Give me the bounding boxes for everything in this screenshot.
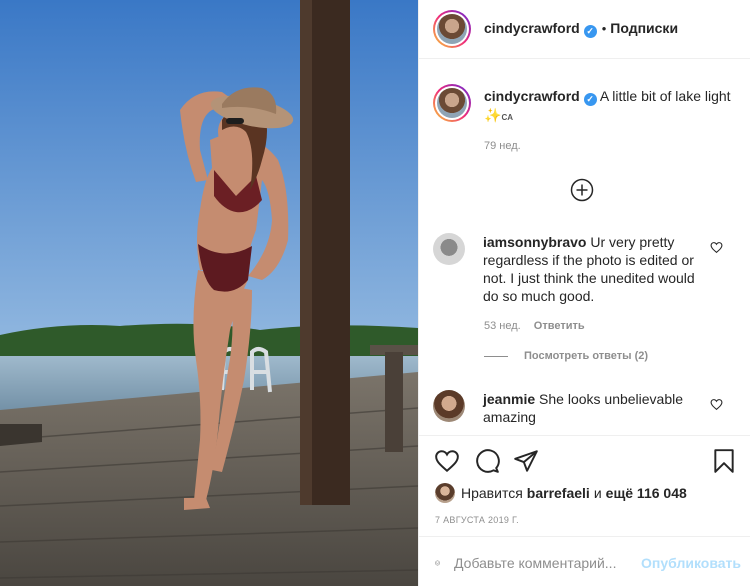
comment-box-divider — [419, 536, 750, 537]
sparkle-emoji: ✨ — [484, 107, 502, 123]
separator-dot: • — [601, 21, 607, 36]
verified-badge-icon: ✓ — [583, 25, 597, 38]
liker-avatar[interactable] — [435, 483, 455, 503]
add-comment-input[interactable] — [454, 555, 636, 571]
likes-count-button[interactable]: ещё 116 048 — [606, 485, 687, 501]
post-sidebar: cindycrawford ✓ • Подписки cindycrawford ✓ A… — [418, 0, 750, 586]
comment-item: jeanmie She looks unbelievable amazing — [433, 390, 738, 426]
caption-author-avatar[interactable] — [433, 84, 471, 122]
header-text: cindycrawford ✓ • Подписки — [484, 20, 678, 38]
likes-prefix: Нравится — [461, 485, 523, 501]
plus-circle-icon — [570, 178, 594, 202]
comment-item: iamsonnybravo Ur very pretty regardless … — [433, 233, 738, 305]
view-replies-label: Посмотреть ответы (2) — [524, 350, 649, 362]
likes-connector: и — [593, 485, 602, 501]
caption-text: A little bit of lake light — [599, 88, 731, 104]
load-more-comments-button[interactable] — [570, 178, 594, 202]
comment-like-heart-icon[interactable] — [710, 398, 723, 411]
post-photo-image — [0, 0, 418, 586]
author-avatar[interactable] — [433, 10, 471, 48]
liker-username[interactable]: barrefaeli — [527, 485, 590, 501]
caption-time: 79 нед. — [484, 140, 521, 152]
post-photo[interactable] — [0, 0, 418, 586]
post-header: cindycrawford ✓ • Подписки — [419, 0, 750, 59]
follow-status-button[interactable]: Подписки — [610, 20, 678, 36]
instagram-post: cindycrawford ✓ • Подписки cindycrawford ✓ A… — [0, 0, 750, 586]
reply-button[interactable]: Ответить — [534, 320, 585, 332]
share-icon[interactable] — [513, 448, 539, 474]
replies-divider — [484, 355, 508, 357]
add-comment-row: Опубликовать — [435, 550, 741, 576]
commenter-avatar[interactable] — [433, 390, 465, 422]
commenter-avatar[interactable] — [433, 233, 465, 265]
author-username[interactable]: cindycrawford — [484, 20, 580, 36]
comment-time: 53 нед. — [484, 320, 521, 332]
actions-divider — [419, 435, 750, 436]
comment-meta: 53 нед. Ответить — [484, 320, 585, 332]
comment-icon[interactable] — [474, 448, 500, 474]
heart-icon[interactable] — [434, 448, 460, 474]
likes-summary: Нравится barrefaeli и ещё 116 048 — [435, 483, 687, 503]
comment-like-heart-icon[interactable] — [710, 241, 723, 254]
post-date: 7 АВГУСТА 2019 Г. — [435, 515, 519, 525]
smiley-icon[interactable] — [435, 550, 440, 576]
bookmark-icon[interactable] — [711, 448, 737, 474]
commenter-username[interactable]: iamsonnybravo — [483, 234, 586, 250]
caption-author-username[interactable]: cindycrawford — [484, 88, 580, 104]
view-replies-button[interactable]: Посмотреть ответы (2) — [484, 350, 648, 362]
post-caption: cindycrawford ✓ A little bit of lake ligh… — [433, 84, 738, 127]
flag-emoji: CA — [501, 113, 513, 122]
publish-button[interactable]: Опубликовать — [641, 555, 741, 571]
verified-badge-icon: ✓ — [583, 93, 597, 106]
commenter-username[interactable]: jeanmie — [483, 391, 535, 407]
